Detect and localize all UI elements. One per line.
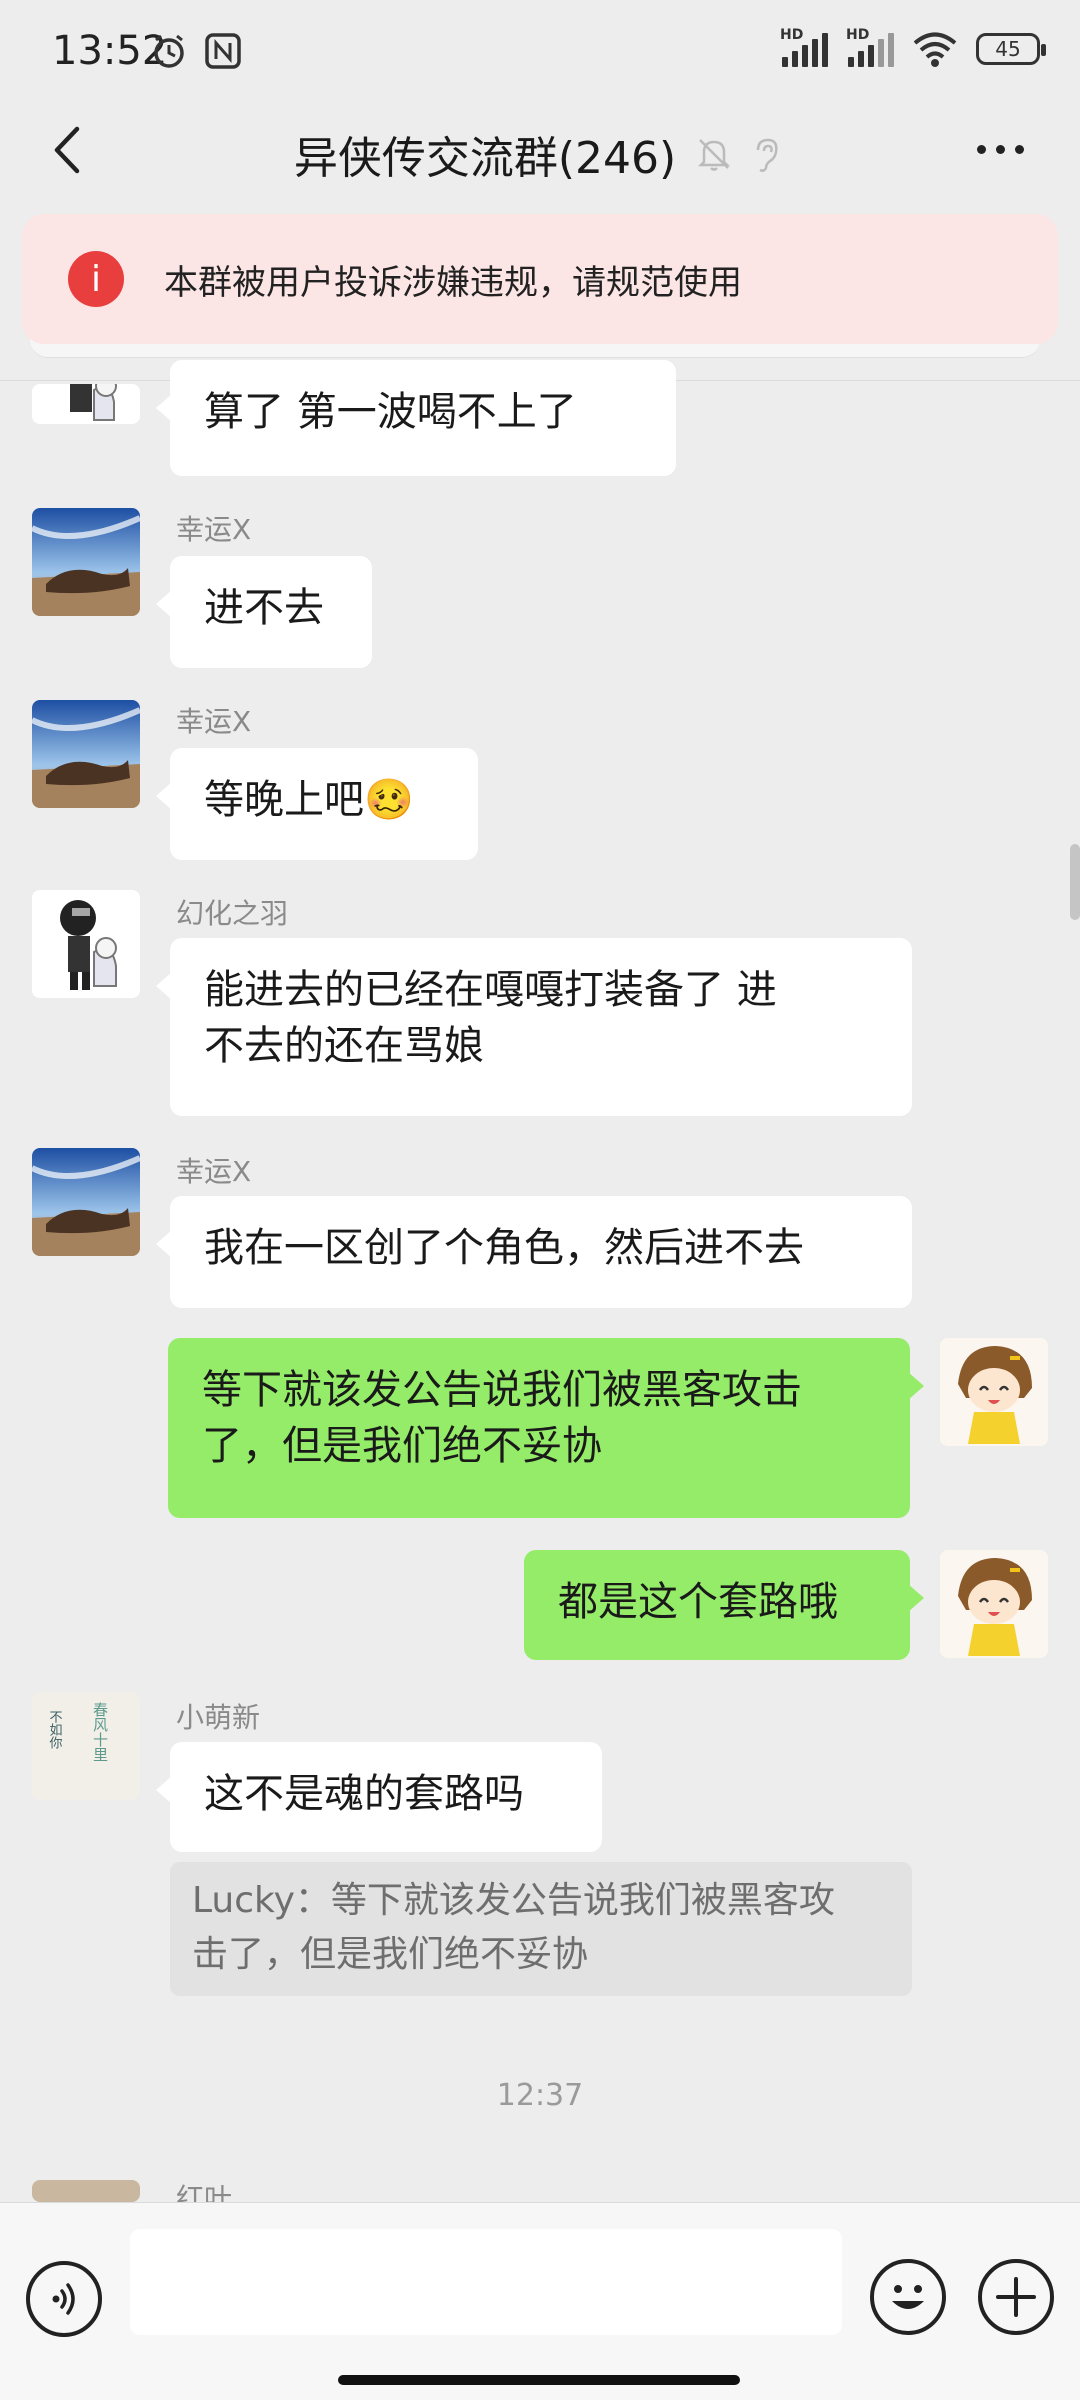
message-bubble[interactable]: 这不是魂的套路吗 — [156, 1742, 602, 1852]
emoji-button[interactable] — [870, 2259, 946, 2335]
hd-label: HD — [846, 27, 870, 43]
status-bar: 13:52 HD HD 45 — [0, 0, 1080, 100]
message-text: 我在一区创了个角色，然后进不去 — [204, 1225, 804, 1271]
alarm-icon — [154, 34, 184, 68]
title-area: 异侠传交流群(246) — [0, 122, 1080, 186]
add-more-button[interactable] — [978, 2259, 1054, 2335]
chat-header: 异侠传交流群(246) — [0, 100, 1080, 210]
voice-icon — [52, 2283, 75, 2315]
my-avatar[interactable] — [940, 1550, 1048, 1658]
quote-text-line: Lucky：等下就该发公告说我们被黑客攻 — [192, 1880, 835, 1921]
message-text-line: 能进去的已经在嘎嘎打装备了 进 — [204, 967, 777, 1013]
sender-name: 幸运X — [176, 1155, 252, 1188]
message-bubble[interactable]: 等晚上吧🥴 — [156, 748, 478, 860]
hd-label: HD — [780, 27, 804, 43]
smiley-icon — [892, 2285, 924, 2309]
quote-text-line: 击了，但是我们绝不妥协 — [192, 1934, 589, 1975]
message-bubble[interactable]: 能进去的已经在嘎嘎打装备了 进 不去的还在骂娘 — [156, 938, 912, 1116]
message-text: 都是这个套路哦 — [558, 1579, 838, 1625]
more-dots-icon — [976, 144, 986, 154]
avatar-xiaomengxin[interactable]: 不如你 春风十里 — [32, 1692, 140, 1800]
battery-icon: 45 — [976, 33, 1046, 65]
scrollbar-thumb[interactable] — [1070, 844, 1080, 920]
page-title: 异侠传交流群(246) — [293, 133, 677, 184]
avatar-calligraphy-left: 不如你 — [47, 1710, 63, 1749]
wifi-icon — [913, 32, 957, 67]
message-input[interactable] — [130, 2229, 842, 2335]
ear-icon — [756, 138, 778, 172]
message-text: 进不去 — [204, 585, 324, 631]
sender-name: 幸运X — [176, 705, 252, 738]
plus-icon — [996, 2277, 1036, 2317]
message-text: 这不是魂的套路吗 — [204, 1771, 524, 1817]
status-right-icons: HD HD 45 — [780, 27, 1046, 68]
avatar-xingyun[interactable] — [32, 700, 140, 808]
my-avatar[interactable] — [940, 1338, 1048, 1446]
my-message-bubble[interactable]: 等下就该发公告说我们被黑客攻击 了，但是我们绝不妥协 — [168, 1338, 924, 1518]
message-text-line: 不去的还在骂娘 — [204, 1023, 484, 1069]
status-left-icons — [150, 32, 242, 70]
chat-timestamp: 12:37 — [496, 2078, 584, 2113]
warning-banner[interactable]: i 本群被用户投诉涉嫌违规，请规范使用 — [22, 214, 1058, 344]
message-text-line: 等下就该发公告说我们被黑客攻击 — [202, 1367, 802, 1413]
message-bubble[interactable]: 算了 第一波喝不上了 — [156, 360, 676, 476]
quoted-message[interactable]: Lucky：等下就该发公告说我们被黑客攻 击了，但是我们绝不妥协 — [170, 1862, 912, 1996]
sender-name: 小萌新 — [176, 1701, 261, 1734]
signal-icon-2: HD — [846, 27, 894, 67]
more-options-button[interactable] — [960, 124, 1040, 174]
avatar-xingyun[interactable] — [32, 1148, 140, 1256]
mute-bell-icon — [698, 139, 731, 171]
voice-input-button[interactable] — [26, 2261, 102, 2337]
message-bubble[interactable]: 我在一区创了个角色，然后进不去 — [156, 1196, 912, 1308]
warning-text: 本群被用户投诉涉嫌违规，请规范使用 — [164, 262, 742, 303]
nfc-icon — [205, 33, 241, 69]
warning-info-icon: i — [68, 251, 124, 307]
message-text: 等晚上吧🥴 — [204, 777, 414, 823]
avatar-xingyun[interactable] — [32, 508, 140, 616]
signal-icon-1: HD — [780, 27, 828, 67]
message-bubble[interactable]: 进不去 — [156, 556, 372, 668]
message-text-line: 了，但是我们绝不妥协 — [202, 1423, 602, 1469]
my-message-bubble[interactable]: 都是这个套路哦 — [524, 1550, 924, 1660]
avatar-hongye[interactable] — [32, 2180, 140, 2202]
sender-name: 幻化之羽 — [176, 897, 289, 930]
avatar-huanhua[interactable] — [32, 890, 140, 998]
home-indicator[interactable] — [338, 2375, 740, 2385]
avatar-calligraphy-right: 春风十里 — [91, 1702, 109, 1762]
input-bar — [0, 2202, 1080, 2400]
sender-name: 幸运X — [176, 513, 252, 546]
message-text: 算了 第一波喝不上了 — [204, 389, 577, 435]
sender-name: 红叶 — [176, 2184, 233, 2202]
